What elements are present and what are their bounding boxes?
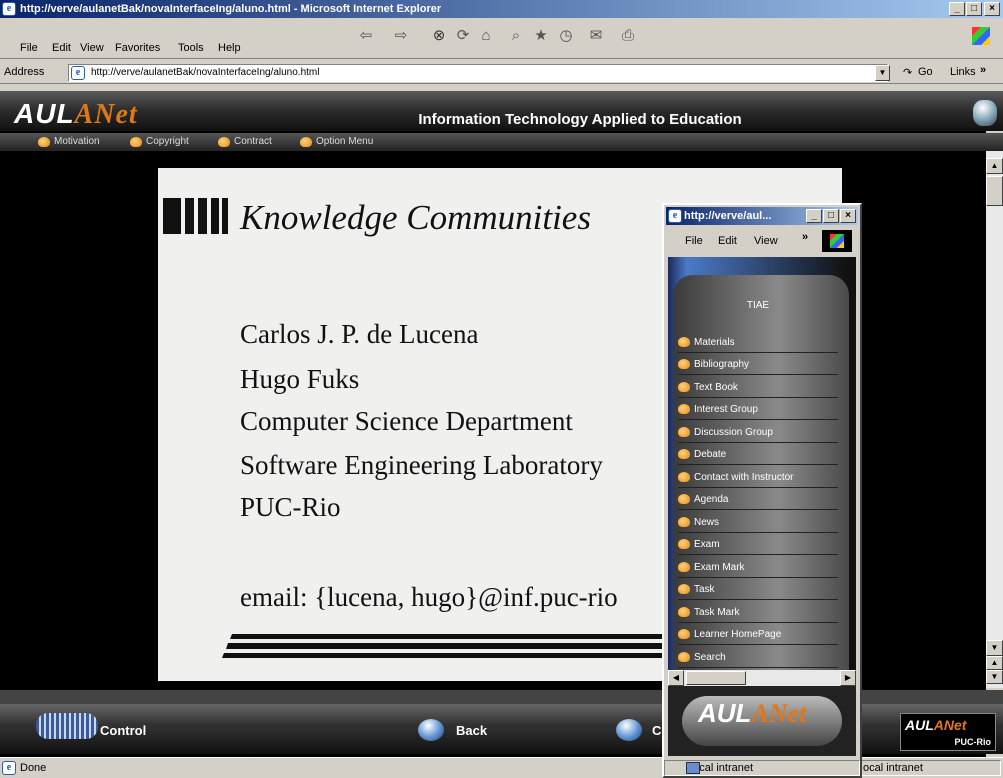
side-item-contact-instructor[interactable]: Contact with Instructor: [678, 468, 838, 488]
side-item-search[interactable]: Search: [678, 648, 838, 668]
slide-stripes: [222, 634, 667, 658]
nav-motivation[interactable]: Motivation: [38, 136, 100, 147]
side-item-exam[interactable]: Exam: [678, 535, 838, 555]
side-item-agenda[interactable]: Agenda: [678, 490, 838, 510]
continue-ball-icon[interactable]: [616, 719, 642, 741]
go-button[interactable]: Go: [918, 66, 933, 78]
ie-icon: e: [2, 2, 16, 16]
menu-help[interactable]: Help: [218, 42, 241, 54]
side-item-debate[interactable]: Debate: [678, 445, 838, 465]
status-page-icon: e: [2, 761, 16, 775]
window-titlebar: http://verve/aulanetBak/novaInterfaceIng…: [0, 0, 1003, 18]
page-scrollbar[interactable]: [986, 151, 1003, 688]
print-icon[interactable]: ⎙: [617, 25, 639, 47]
footer-logo: AULANet PUC-Rio: [900, 713, 996, 751]
control-icon[interactable]: [36, 713, 98, 739]
popup-minimize-button[interactable]: _: [806, 209, 822, 223]
slide-line: Carlos J. P. de Lucena: [240, 319, 479, 349]
slide-email: email: {lucena, hugo}@inf.puc-rio: [240, 582, 618, 612]
side-item-discussion-group[interactable]: Discussion Group: [678, 423, 838, 443]
popup-menu-file[interactable]: File: [685, 235, 703, 247]
close-button[interactable]: ×: [984, 2, 1000, 16]
address-input[interactable]: http://verve/aulanetBak/novaInterfaceIng…: [68, 64, 888, 82]
side-item-materials[interactable]: Materials: [678, 333, 838, 353]
address-label: Address: [4, 66, 45, 78]
links-button[interactable]: Links: [950, 66, 976, 78]
footer-logo-text: AULANet: [905, 717, 967, 733]
back-ball-icon[interactable]: [418, 719, 444, 741]
links-chevron-icon[interactable]: »: [980, 64, 986, 76]
menu-edit[interactable]: Edit: [52, 42, 71, 54]
slide-line: Computer Science Department: [240, 406, 573, 436]
popup-maximize-button[interactable]: □: [823, 209, 839, 223]
stop-icon[interactable]: ⊗: [428, 25, 450, 47]
banner-title: Information Technology Applied to Educat…: [418, 111, 742, 128]
refresh-icon[interactable]: ⟳: [452, 25, 474, 47]
scroll-page-up-button[interactable]: ▲: [986, 656, 1003, 670]
menu-favorites[interactable]: Favorites: [115, 42, 160, 54]
search-icon[interactable]: ⌕: [505, 25, 527, 47]
mascot-icon[interactable]: [973, 100, 997, 126]
address-dropdown-button[interactable]: ▼: [875, 65, 890, 81]
side-menu-header: TIAE: [746, 300, 770, 311]
popup-scroll-right-button[interactable]: ▶: [840, 670, 856, 686]
slide-line: Hugo Fuks: [240, 364, 360, 394]
slide-bars-icon: [163, 198, 228, 234]
popup-windows-logo-icon: [822, 230, 852, 252]
continue-button[interactable]: C: [652, 723, 661, 738]
favorites-icon[interactable]: ★: [530, 25, 552, 47]
side-item-bibliography[interactable]: Bibliography: [678, 355, 838, 375]
popup-scroll-left-button[interactable]: ◀: [668, 670, 684, 686]
menu-tools[interactable]: Tools: [178, 42, 204, 54]
popup-menu-chevron-icon[interactable]: »: [802, 231, 808, 243]
side-item-news[interactable]: News: [678, 513, 838, 533]
popup-scroll-thumb[interactable]: [686, 671, 746, 685]
footer-logo-sub: PUC-Rio: [954, 737, 992, 747]
go-arrow-icon: ↷: [903, 67, 913, 79]
control-button[interactable]: Control: [100, 723, 146, 738]
scroll-thumb[interactable]: [986, 176, 1003, 206]
status-zone-main: ocal intranet: [856, 760, 1001, 776]
back-arrow-icon[interactable]: ⇦: [355, 25, 377, 47]
nav-option-menu[interactable]: Option Menu: [300, 136, 373, 147]
side-item-task[interactable]: Task: [678, 580, 838, 600]
page-icon: e: [71, 66, 85, 80]
home-icon[interactable]: ⌂: [475, 25, 497, 47]
slide-line: PUC-Rio: [240, 492, 341, 522]
side-item-exam-mark[interactable]: Exam Mark: [678, 558, 838, 578]
side-item-task-mark[interactable]: Task Mark: [678, 603, 838, 623]
maximize-button[interactable]: □: [966, 2, 982, 16]
popup-logo-text: AULANet: [698, 698, 807, 728]
minimize-button[interactable]: _: [949, 2, 965, 16]
side-item-interest-group[interactable]: Interest Group: [678, 400, 838, 420]
popup-ie-icon: e: [668, 209, 682, 223]
side-item-text-book[interactable]: Text Book: [678, 378, 838, 398]
status-text: Done: [20, 762, 47, 774]
intranet-icon: [686, 762, 700, 774]
scroll-page-down-button[interactable]: ▼: [986, 670, 1003, 684]
side-item-learner-homepage[interactable]: Learner HomePage: [678, 625, 838, 645]
popup-logo-area: AULANet: [668, 686, 856, 756]
scroll-down-button[interactable]: ▼: [986, 640, 1003, 656]
nav-copyright[interactable]: Copyright: [130, 136, 189, 147]
mail-icon[interactable]: ✉: [585, 25, 607, 47]
menu-view[interactable]: View: [80, 42, 104, 54]
menu-file[interactable]: File: [20, 42, 38, 54]
slide-line: Software Engineering Laboratory: [240, 450, 603, 480]
scroll-up-button[interactable]: ▲: [986, 158, 1003, 174]
forward-arrow-icon[interactable]: ⇨: [390, 25, 412, 47]
nav-contract[interactable]: Contract: [218, 136, 272, 147]
popup-menu-view[interactable]: View: [754, 235, 778, 247]
popup-close-button[interactable]: ×: [840, 209, 856, 223]
back-button[interactable]: Back: [456, 723, 487, 738]
history-icon[interactable]: ◷: [555, 25, 577, 47]
popup-menu-edit[interactable]: Edit: [718, 235, 737, 247]
windows-logo-icon: [972, 27, 990, 45]
slide-title: Knowledge Communities: [240, 198, 591, 237]
